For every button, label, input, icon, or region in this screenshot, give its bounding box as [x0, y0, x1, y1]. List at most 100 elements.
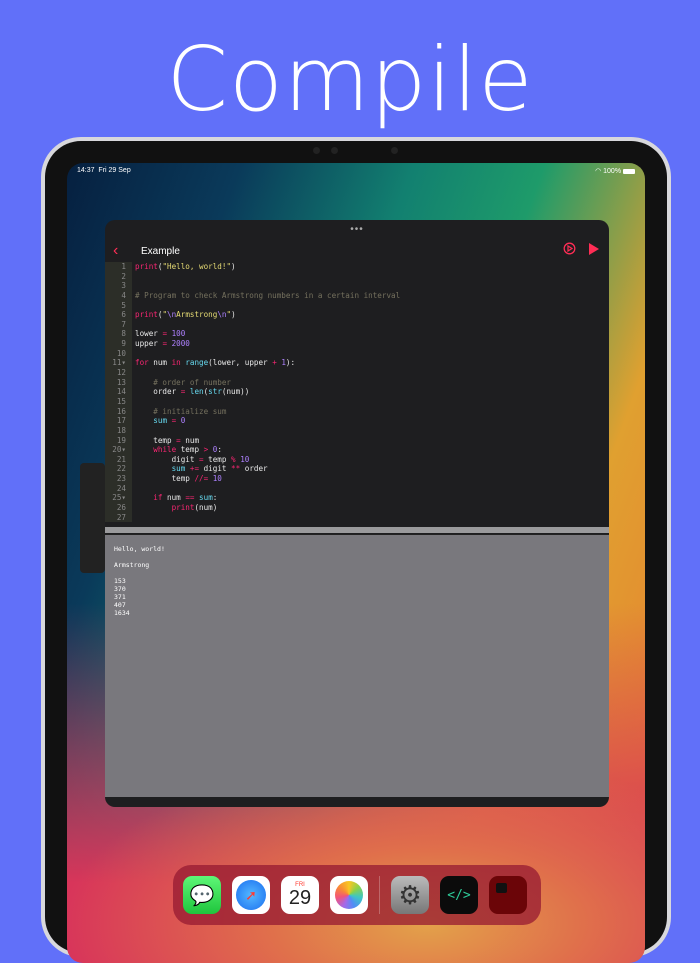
code-token: print	[135, 310, 158, 320]
headline: Compile	[166, 28, 534, 131]
calendar-app-icon[interactable]: FRI 29	[281, 876, 319, 914]
line-number: 21	[105, 454, 132, 465]
code-token: 0	[180, 416, 186, 426]
line-number: 25▾	[105, 493, 132, 504]
code-token: range	[185, 358, 209, 368]
code-line[interactable]: 23 temp //= 10	[105, 474, 609, 484]
code-text: sum = 0	[132, 416, 185, 426]
code-token: (num))	[221, 387, 250, 397]
code-line[interactable]: 7	[105, 319, 609, 330]
line-number: 10	[105, 348, 132, 359]
line-number: 5	[105, 300, 132, 311]
line-number: 3	[105, 281, 132, 291]
code-text: temp = num	[132, 436, 199, 446]
code-line[interactable]: 14 order = len(str(num))	[105, 387, 609, 397]
split-divider[interactable]	[105, 527, 609, 533]
code-line[interactable]: 20▾ while temp > 0:	[105, 445, 609, 455]
code-line[interactable]: 5	[105, 300, 609, 311]
calendar-date: 29	[288, 887, 312, 909]
code-token: # Program to check Armstrong numbers in …	[135, 290, 401, 300]
code-token: len	[189, 387, 204, 397]
run-button[interactable]	[588, 242, 599, 260]
code-token: )	[231, 262, 236, 271]
code-token: sum	[153, 416, 168, 426]
code-token: str	[208, 387, 222, 397]
safari-app-icon[interactable]: ➚	[232, 876, 270, 914]
code-token: in	[171, 358, 181, 368]
code-text: # order of number	[132, 378, 231, 388]
console-output: Hello, world! Armstrong 153 370 371 407 …	[105, 534, 609, 797]
wifi-icon: ◠	[595, 168, 602, 175]
code-line[interactable]: 11▾ for num in range(lower, upper + 1):	[105, 358, 609, 369]
app-window: ••• ‹ Example 1 print("Hello, world!") 2 …	[105, 220, 609, 807]
dock: 💬 ➚ FRI 29 ⚙ </>	[173, 865, 541, 925]
side-app-window[interactable]	[80, 463, 105, 573]
code-token: 100	[171, 329, 186, 339]
recent-app-icon[interactable]	[489, 876, 527, 914]
code-line[interactable]: 6 print("\nArmstrong\n")	[105, 310, 609, 320]
code-line[interactable]: 8 lower = 100	[105, 329, 609, 340]
code-text: order = len(str(num))	[132, 387, 249, 397]
window-menu-handle[interactable]: •••	[105, 224, 609, 235]
code-token: order	[135, 387, 181, 397]
line-number: 24	[105, 483, 132, 494]
code-line[interactable]: 17 sum = 0	[105, 416, 609, 426]
line-number: 13	[105, 377, 132, 388]
settings-app-icon[interactable]: ⚙	[391, 876, 429, 914]
photos-app-icon[interactable]	[330, 876, 368, 914]
line-number: 19	[105, 435, 132, 446]
back-button[interactable]: ‹	[113, 242, 133, 260]
line-number: 12	[105, 368, 132, 378]
code-line[interactable]: 25▾ if num == sum:	[105, 493, 609, 504]
code-text: upper = 2000	[132, 339, 190, 349]
code-editor[interactable]: 1 print("Hello, world!") 2 3 4 # Program …	[105, 262, 609, 524]
code-line[interactable]: 10	[105, 348, 609, 359]
code-token: for	[135, 358, 149, 368]
code-line[interactable]: 18	[105, 425, 609, 436]
code-text: print("Hello, world!")	[132, 262, 236, 272]
code-token: num	[180, 435, 200, 445]
code-line[interactable]: 12	[105, 368, 609, 378]
code-line[interactable]: 13 # order of number	[105, 377, 609, 388]
code-app-icon[interactable]: </>	[440, 876, 478, 914]
code-line[interactable]: 2	[105, 271, 609, 282]
code-line[interactable]: 16 # initialize sum	[105, 406, 609, 417]
status-date: Fri 29 Sep	[98, 167, 131, 174]
code-line[interactable]: 19 temp = num	[105, 435, 609, 446]
code-line[interactable]: 15	[105, 396, 609, 407]
dock-divider	[379, 876, 380, 914]
code-token: 2000	[171, 339, 190, 349]
code-line[interactable]: 1 print("Hello, world!")	[105, 262, 609, 272]
code-line[interactable]: 9 upper = 2000	[105, 339, 609, 349]
code-line[interactable]: 3	[105, 281, 609, 291]
code-line[interactable]: 26 print(num)	[105, 503, 609, 513]
debug-run-icon[interactable]	[563, 242, 576, 260]
code-token: # order of number	[135, 377, 232, 387]
code-line[interactable]: 27	[105, 512, 609, 523]
line-number: 26	[105, 503, 132, 513]
code-line[interactable]: 4 # Program to check Armstrong numbers i…	[105, 290, 609, 301]
code-line[interactable]: 21 digit = temp % 10	[105, 454, 609, 465]
line-number: 16	[105, 406, 132, 417]
code-token: 10	[240, 454, 250, 464]
messages-app-icon[interactable]: 💬	[183, 876, 221, 914]
line-number: 22	[105, 464, 132, 475]
code-text: # initialize sum	[132, 407, 226, 417]
code-text: if num == sum:	[132, 493, 217, 503]
code-token: order	[240, 464, 268, 474]
line-number: 8	[105, 329, 132, 340]
code-text: lower = 100	[132, 329, 185, 339]
code-token: )	[231, 310, 236, 320]
camera	[331, 147, 338, 154]
code-line[interactable]: 22 sum += digit ** order	[105, 464, 609, 475]
code-line[interactable]: 24	[105, 483, 609, 494]
code-token: digit	[135, 454, 200, 464]
code-text: temp //= 10	[132, 474, 222, 484]
code-token: # initialize sum	[135, 406, 227, 416]
